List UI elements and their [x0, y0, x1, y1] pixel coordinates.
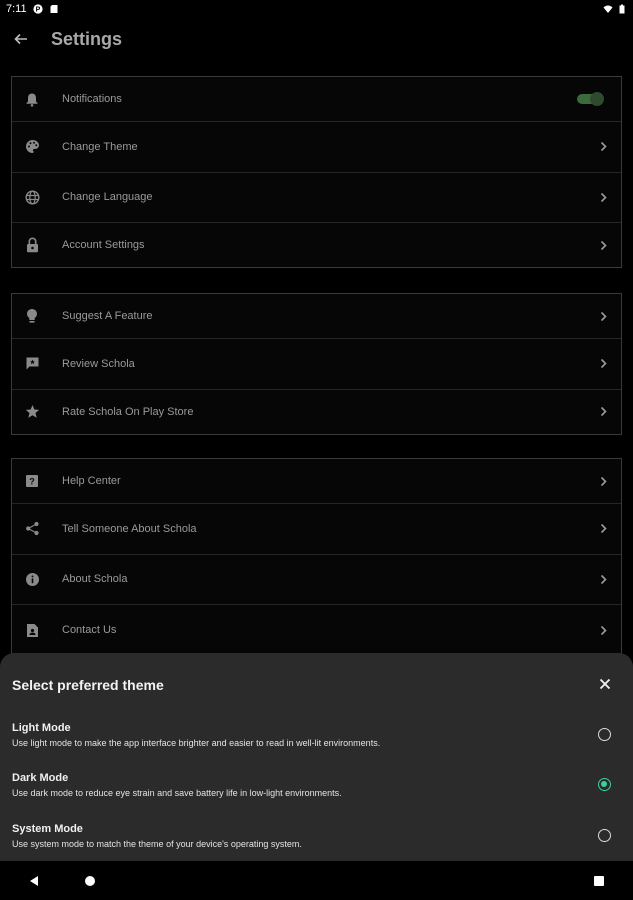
chevron-right-icon: [598, 310, 608, 322]
option-description: Use system mode to match the theme of yo…: [12, 839, 302, 849]
sheet-title: Select preferred theme: [12, 677, 164, 693]
row-change-theme[interactable]: Change Theme: [12, 122, 621, 173]
chevron-right-icon: [598, 358, 608, 370]
option-description: Use light mode to make the app interface…: [12, 738, 381, 748]
back-button[interactable]: [10, 28, 32, 50]
lightbulb-icon: [23, 307, 41, 325]
app-notification-icon: P: [32, 4, 43, 14]
row-label: About Schola: [62, 573, 128, 586]
lock-icon: [23, 236, 41, 254]
square-recents-icon: [594, 876, 604, 886]
chevron-right-icon: [598, 475, 608, 487]
svg-text:?: ?: [29, 477, 35, 487]
row-label: Notifications: [62, 93, 122, 105]
sd-card-icon: [50, 5, 58, 13]
row-suggest-feature[interactable]: Suggest A Feature: [12, 294, 621, 339]
status-time: 7:11: [6, 3, 27, 15]
globe-icon: [23, 188, 41, 206]
settings-group-general: Notifications Change Theme Change Langua…: [11, 76, 622, 268]
arrow-left-icon: [14, 33, 27, 45]
system-nav-bar: [0, 861, 633, 900]
row-tell-someone[interactable]: Tell Someone About Schola: [12, 504, 621, 555]
svg-text:P: P: [35, 7, 40, 14]
notifications-toggle[interactable]: [577, 92, 605, 106]
row-account-settings[interactable]: Account Settings: [12, 223, 621, 267]
row-label: Rate Schola On Play Store: [62, 405, 194, 418]
option-description: Use dark mode to reduce eye strain and s…: [12, 788, 342, 798]
row-about-schola[interactable]: About Schola: [12, 555, 621, 605]
nav-recents-button[interactable]: [591, 873, 607, 889]
option-title: System Mode: [12, 823, 83, 835]
row-label: Suggest A Feature: [62, 310, 153, 322]
row-rate-schola[interactable]: Rate Schola On Play Store: [12, 390, 621, 434]
chevron-right-icon: [598, 523, 608, 535]
row-contact-us[interactable]: Contact Us: [12, 605, 621, 656]
theme-option-light[interactable]: Light Mode Use light mode to make the ap…: [0, 722, 633, 768]
chevron-right-icon: [598, 191, 608, 203]
wifi-icon: [603, 5, 613, 13]
row-label: Change Theme: [62, 140, 138, 153]
chevron-right-icon: [598, 141, 608, 153]
row-notifications[interactable]: Notifications: [12, 77, 621, 122]
circle-home-icon: [85, 876, 95, 886]
settings-group-feedback: Suggest A Feature Review Schola Rate Sch…: [11, 293, 622, 435]
close-button[interactable]: [597, 676, 613, 692]
star-icon: [23, 403, 41, 421]
chevron-right-icon: [598, 406, 608, 418]
row-change-language[interactable]: Change Language: [12, 173, 621, 223]
info-icon: [23, 570, 41, 588]
chevron-right-icon: [598, 239, 608, 251]
row-label: Help Center: [62, 475, 121, 487]
status-bar: 7:11 P: [0, 0, 633, 18]
contact-icon: [23, 621, 41, 639]
page-title: Settings: [51, 29, 123, 49]
battery-icon: [619, 4, 625, 14]
theme-bottom-sheet: Select preferred theme Light Mode Use li…: [0, 653, 633, 861]
radio-dark-mode[interactable]: [598, 778, 611, 791]
settings-screen: 7:11 P Settings Notifications Change The…: [0, 0, 633, 900]
bell-icon: [23, 90, 41, 108]
row-label: Review Schola: [62, 357, 135, 370]
row-review-schola[interactable]: Review Schola: [12, 339, 621, 390]
option-title: Dark Mode: [12, 772, 69, 784]
row-help-center[interactable]: ? Help Center: [12, 459, 621, 504]
help-icon: ?: [23, 472, 41, 490]
review-icon: [23, 355, 41, 373]
close-icon: [599, 678, 611, 690]
row-label: Change Language: [62, 191, 153, 204]
radio-light-mode[interactable]: [598, 728, 611, 741]
row-label: Tell Someone About Schola: [62, 522, 197, 535]
triangle-back-icon: [30, 876, 38, 886]
chevron-right-icon: [598, 624, 608, 636]
row-label: Contact Us: [62, 624, 117, 637]
nav-back-button[interactable]: [26, 873, 42, 889]
toggle-thumb: [590, 92, 604, 106]
option-title: Light Mode: [12, 722, 71, 734]
radio-system-mode[interactable]: [598, 829, 611, 842]
nav-home-button[interactable]: [82, 873, 98, 889]
theme-option-dark[interactable]: Dark Mode Use dark mode to reduce eye st…: [0, 772, 633, 818]
app-bar: Settings: [0, 22, 633, 56]
share-icon: [23, 520, 41, 538]
chevron-right-icon: [598, 573, 608, 585]
palette-icon: [23, 138, 41, 156]
settings-group-about: ? Help Center Tell Someone About Schola …: [11, 458, 622, 657]
row-label: Account Settings: [62, 239, 145, 251]
